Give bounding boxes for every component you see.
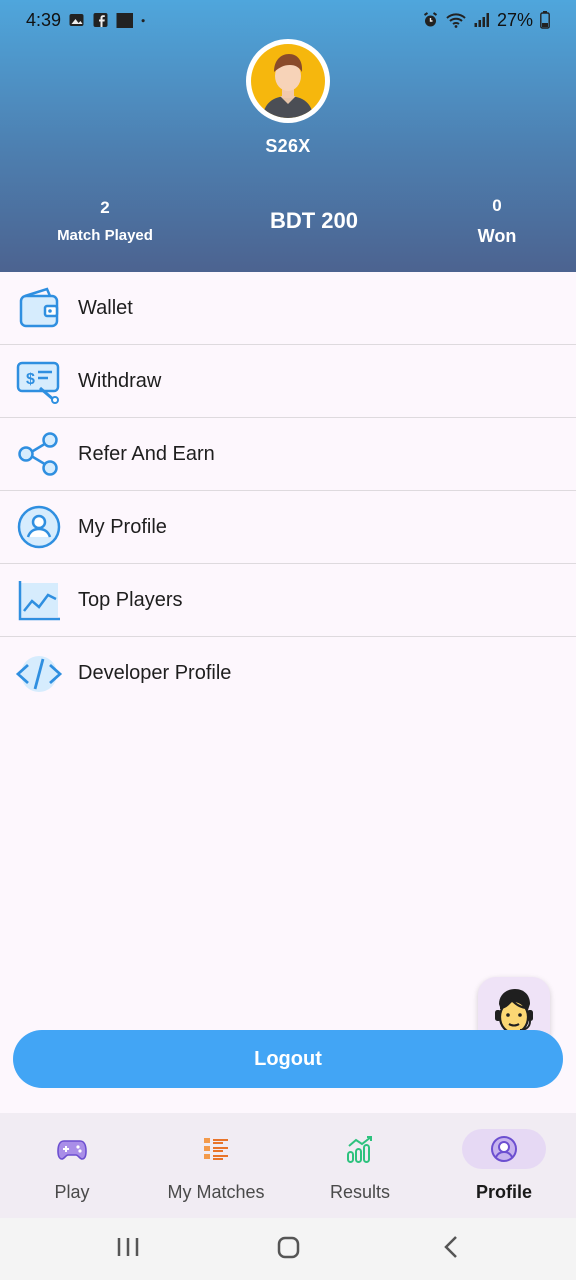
menu-item-label: My Profile (78, 515, 167, 538)
won-value: 0 (492, 196, 502, 215)
svg-text:$: $ (26, 371, 35, 388)
nav-label: Play (54, 1182, 90, 1202)
menu-item-withdraw[interactable]: $ Withdraw (0, 345, 576, 418)
nav-play[interactable]: Play (0, 1113, 144, 1218)
app-notification-icon (116, 13, 134, 28)
home-button[interactable] (277, 1236, 300, 1259)
status-bar: 4:39 27% (26, 8, 550, 32)
bottom-navigation: Play My Matches Results Profile (0, 1113, 576, 1218)
alarm-icon (423, 12, 438, 27)
status-time: 4:39 (26, 9, 62, 30)
menu-item-top-players[interactable]: Top Players (0, 564, 576, 637)
user-icon (15, 503, 63, 551)
menu-item-label: Top Players (78, 588, 183, 611)
nav-results[interactable]: Results (288, 1113, 432, 1218)
battery-percent: 27% (496, 9, 533, 30)
wifi-icon (446, 13, 466, 28)
nav-my-matches[interactable]: My Matches (144, 1113, 288, 1218)
menu-item-label: Wallet (78, 296, 133, 319)
menu-item-developer-profile[interactable]: Developer Profile (0, 637, 576, 710)
profile-header: 4:39 27% S26X 2 Match Played BDT 200 0 W… (0, 0, 576, 272)
logout-button[interactable]: Logout (13, 1030, 563, 1088)
menu-item-my-profile[interactable]: My Profile (0, 491, 576, 564)
gamepad-icon (30, 1129, 114, 1169)
share-icon (15, 430, 63, 478)
user-avatar-icon (263, 54, 313, 118)
won-label: Won (477, 226, 517, 246)
facebook-icon (93, 13, 108, 27)
results-icon (318, 1129, 402, 1169)
signal-icon (474, 13, 489, 27)
wallet-icon (15, 284, 63, 332)
system-navigation-bar (0, 1218, 576, 1280)
nav-profile[interactable]: Profile (432, 1113, 576, 1218)
more-dot-icon (141, 19, 145, 23)
battery-icon (540, 11, 550, 29)
menu-item-refer-and-earn[interactable]: Refer And Earn (0, 418, 576, 491)
menu-item-label: Developer Profile (78, 662, 232, 684)
username: S26X (265, 136, 311, 156)
avatar-image (251, 44, 325, 118)
matches-played-stat: 2 Match Played (40, 198, 170, 244)
avatar[interactable] (246, 39, 330, 123)
menu-item-label: Refer And Earn (78, 442, 215, 465)
nav-label: Profile (475, 1182, 532, 1202)
won-stat: 0 Won (440, 196, 554, 247)
matches-played-value: 2 (100, 198, 110, 217)
balance-value: BDT 200 (269, 208, 359, 233)
profile-icon (462, 1129, 546, 1169)
gallery-icon (69, 14, 84, 26)
nav-label: Results (329, 1182, 391, 1202)
profile-menu: Wallet $ Withdraw Refer And Earn My Prof… (0, 272, 576, 710)
withdraw-icon: $ (15, 357, 63, 405)
back-button[interactable] (444, 1236, 457, 1258)
matches-played-label: Match Played (57, 227, 153, 244)
nav-label: My Matches (167, 1182, 265, 1202)
list-icon (174, 1129, 258, 1169)
recent-apps-button[interactable] (117, 1238, 139, 1256)
chart-icon (15, 576, 63, 624)
menu-item-label: Withdraw (78, 369, 162, 392)
code-icon (15, 650, 63, 698)
menu-item-wallet[interactable]: Wallet (0, 272, 576, 345)
